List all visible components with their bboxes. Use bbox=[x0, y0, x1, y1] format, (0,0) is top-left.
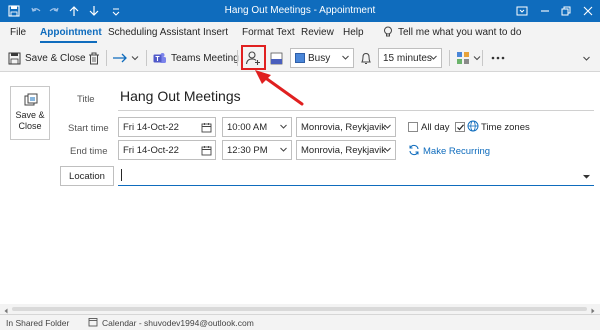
tab-review[interactable]: Review bbox=[301, 27, 334, 38]
restore-icon[interactable] bbox=[558, 3, 574, 19]
start-date-value: Fri 14-Oct-22 bbox=[123, 121, 179, 133]
calendar-icon[interactable] bbox=[201, 145, 212, 159]
start-time-select[interactable]: 10:00 AM bbox=[222, 117, 292, 137]
forward-dropdown[interactable] bbox=[131, 48, 139, 68]
active-tab-indicator bbox=[40, 41, 97, 43]
tab-insert[interactable]: Insert bbox=[203, 27, 228, 38]
all-day-checkbox[interactable] bbox=[408, 122, 418, 132]
end-time-value: 12:30 PM bbox=[227, 144, 268, 156]
checkmark-icon bbox=[457, 124, 464, 131]
tell-me-search[interactable]: Tell me what you want to do bbox=[398, 27, 521, 38]
reminder-select[interactable]: 15 minutes bbox=[378, 48, 442, 68]
collapse-ribbon-button[interactable] bbox=[582, 48, 591, 68]
location-button-label: Location bbox=[69, 170, 105, 182]
tab-appointment[interactable]: Appointment bbox=[40, 27, 102, 38]
scrollbar-thumb[interactable] bbox=[12, 307, 587, 311]
end-timezone-value: Monrovia, Reykjavik bbox=[301, 144, 386, 156]
toolbar-separator bbox=[482, 50, 483, 66]
teams-icon bbox=[153, 52, 166, 65]
chevron-down-icon bbox=[131, 54, 139, 62]
teams-meeting-label: Teams Meeting bbox=[171, 52, 239, 64]
title-label: Title bbox=[77, 94, 95, 105]
save-close-label: Save & Close bbox=[25, 52, 86, 64]
end-timezone-select[interactable]: Monrovia, Reykjavik bbox=[296, 140, 396, 160]
end-time-select[interactable]: 12:30 PM bbox=[222, 140, 292, 160]
text-cursor bbox=[121, 169, 122, 181]
reminder-value: 15 minutes bbox=[383, 52, 432, 64]
title-input[interactable]: Hang Out Meetings bbox=[120, 88, 241, 104]
forward-arrow-icon bbox=[112, 52, 128, 64]
chevron-down-icon bbox=[383, 145, 392, 157]
toolbar-separator bbox=[237, 50, 238, 66]
location-input[interactable] bbox=[118, 166, 594, 186]
send-icon bbox=[24, 93, 38, 110]
title-underline bbox=[118, 110, 594, 111]
status-calendar: Calendar - shuvodev1994@outlook.com bbox=[102, 318, 254, 328]
chevron-down-icon bbox=[279, 122, 288, 134]
make-recurring-link[interactable]: Make Recurring bbox=[423, 146, 490, 157]
end-date-value: Fri 14-Oct-22 bbox=[123, 144, 179, 156]
title-bar: Hang Out Meetings - Appointment bbox=[0, 0, 600, 22]
tab-scheduling-assistant[interactable]: Scheduling Assistant bbox=[108, 27, 200, 38]
annotation-arrow bbox=[255, 70, 304, 106]
chevron-down-icon[interactable] bbox=[582, 172, 591, 184]
menu-bar: File Appointment Scheduling Assistant In… bbox=[0, 22, 600, 44]
start-time-value: 10:00 AM bbox=[227, 121, 268, 133]
globe-icon bbox=[467, 120, 479, 135]
lightbulb-icon bbox=[383, 26, 393, 41]
reminder-bell bbox=[360, 48, 372, 68]
forward-button[interactable] bbox=[112, 48, 128, 68]
chevron-down-icon bbox=[429, 53, 438, 65]
end-date-field[interactable]: Fri 14-Oct-22 bbox=[118, 140, 216, 160]
more-icon bbox=[491, 56, 505, 60]
status-bar: In Shared Folder Calendar - shuvodev1994… bbox=[0, 314, 600, 330]
tab-file[interactable]: File bbox=[10, 27, 26, 38]
end-time-label: End time bbox=[70, 146, 108, 157]
delete-button[interactable] bbox=[88, 48, 100, 68]
toolbar-separator bbox=[106, 50, 107, 66]
all-day-label: All day bbox=[421, 122, 450, 133]
chevron-down-icon bbox=[383, 122, 392, 134]
time-zones-label: Time zones bbox=[481, 122, 530, 133]
categorize-icon bbox=[456, 51, 470, 65]
bell-icon bbox=[360, 52, 372, 65]
chevron-down-icon bbox=[341, 53, 350, 65]
save-close-card-label: Save & Close bbox=[15, 110, 45, 131]
calendar-status-icon bbox=[88, 317, 98, 329]
chevron-down-icon bbox=[279, 145, 288, 157]
status-shared-folder: In Shared Folder bbox=[6, 318, 70, 328]
teams-meeting-button[interactable]: Teams Meeting bbox=[153, 48, 239, 68]
save-close-card-button[interactable]: Save & Close bbox=[10, 86, 50, 140]
start-timezone-value: Monrovia, Reykjavik bbox=[301, 121, 386, 133]
calendar-icon[interactable] bbox=[201, 122, 212, 136]
tab-help[interactable]: Help bbox=[343, 27, 364, 38]
toolbar-separator bbox=[449, 50, 450, 66]
toolbar-separator bbox=[146, 50, 147, 66]
window-title: Hang Out Meetings - Appointment bbox=[224, 5, 376, 16]
trash-icon bbox=[88, 52, 100, 65]
horizontal-scrollbar[interactable] bbox=[0, 304, 600, 314]
save-close-icon bbox=[8, 52, 21, 65]
more-options-button[interactable] bbox=[491, 48, 505, 68]
recurrence-icon bbox=[408, 144, 420, 159]
save-close-toolbar-button[interactable]: Save & Close bbox=[8, 48, 86, 68]
chevron-down-icon bbox=[582, 54, 591, 63]
chevron-down-icon bbox=[473, 54, 481, 62]
categorize-button[interactable] bbox=[456, 48, 481, 68]
time-zones-checkbox[interactable] bbox=[455, 122, 465, 132]
start-date-field[interactable]: Fri 14-Oct-22 bbox=[118, 117, 216, 137]
location-button[interactable]: Location bbox=[60, 166, 114, 186]
start-time-label: Start time bbox=[68, 123, 109, 134]
minimize-icon[interactable] bbox=[537, 3, 553, 19]
start-timezone-select[interactable]: Monrovia, Reykjavik bbox=[296, 117, 396, 137]
ribbon-display-icon[interactable] bbox=[514, 3, 530, 19]
tab-format-text[interactable]: Format Text bbox=[242, 27, 295, 38]
close-icon[interactable] bbox=[580, 3, 596, 19]
